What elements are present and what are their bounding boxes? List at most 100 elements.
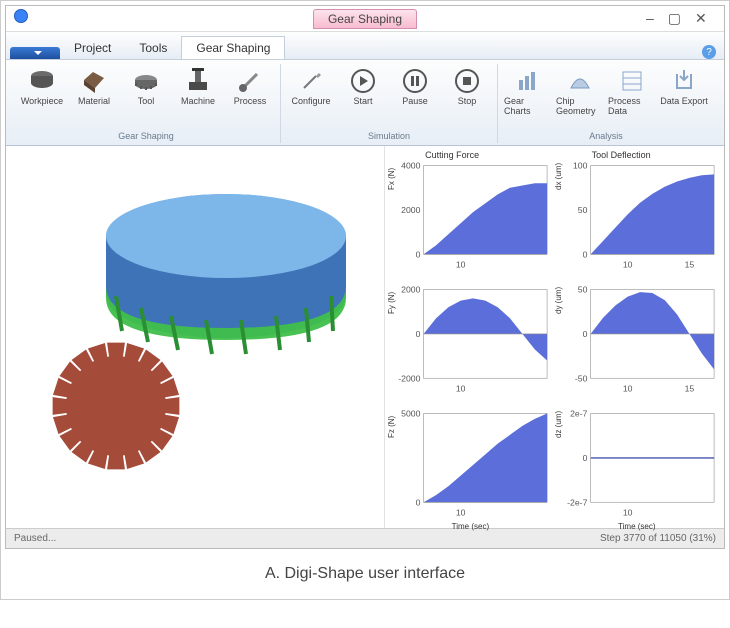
ribbon-label: Start — [353, 96, 372, 106]
ribbon-label: Machine — [181, 96, 215, 106]
ribbon-label: Stop — [458, 96, 477, 106]
start-button[interactable]: Start — [339, 64, 387, 129]
titlebar: Gear Shaping – ▢ ✕ — [6, 6, 724, 32]
chart-fy: Fy (N) -20000200010 — [389, 274, 551, 398]
svg-text:2000: 2000 — [401, 285, 420, 295]
svg-text:2e-7: 2e-7 — [570, 409, 588, 419]
figure-caption: A. Digi-Shape user interface — [5, 549, 725, 595]
ribbon-label: Process — [234, 96, 267, 106]
ribbon: Workpiece Material Tool — [6, 60, 724, 146]
tool-button[interactable]: Tool — [122, 64, 170, 129]
ribbon-label: Gear Charts — [504, 96, 552, 116]
menubar: Project Tools Gear Shaping ? — [6, 32, 724, 60]
maximize-button[interactable]: ▢ — [668, 10, 681, 27]
svg-text:-50: -50 — [574, 374, 587, 384]
material-icon — [79, 66, 109, 96]
minimize-button[interactable]: – — [646, 10, 654, 27]
svg-text:0: 0 — [416, 329, 421, 339]
process-icon — [235, 66, 265, 96]
stop-button[interactable]: Stop — [443, 64, 491, 129]
svg-text:5000: 5000 — [401, 409, 420, 419]
window-title: Gear Shaping — [313, 9, 417, 29]
ribbon-group-simulation: Configure Start Pause — [281, 64, 498, 143]
process-button[interactable]: Process — [226, 64, 274, 129]
chart-dx: Tool Deflection dx (um) 0501001015 — [556, 150, 718, 274]
ribbon-label: Process Data — [608, 96, 656, 116]
svg-text:4000: 4000 — [401, 161, 420, 171]
svg-text:2000: 2000 — [401, 205, 420, 215]
ribbon-label: Pause — [402, 96, 428, 106]
ribbon-label: Material — [78, 96, 110, 106]
chip-icon — [565, 66, 595, 96]
ribbon-label: Workpiece — [21, 96, 63, 106]
svg-text:0: 0 — [582, 250, 587, 260]
export-icon — [669, 66, 699, 96]
gear-charts-button[interactable]: Gear Charts — [504, 64, 552, 129]
app-icon — [14, 9, 28, 23]
figure-frame: Gear Shaping – ▢ ✕ Project Tools Gear Sh… — [0, 0, 730, 600]
file-menu-button[interactable] — [10, 47, 60, 59]
svg-text:10: 10 — [622, 259, 632, 269]
svg-text:100: 100 — [573, 161, 588, 171]
svg-text:0: 0 — [582, 453, 587, 463]
svg-text:10: 10 — [456, 507, 466, 517]
material-button[interactable]: Material — [70, 64, 118, 129]
tab-project[interactable]: Project — [60, 37, 125, 59]
chart-dy: dy (um) -500501015 — [556, 274, 718, 398]
svg-text:10: 10 — [622, 507, 632, 517]
help-icon[interactable]: ? — [702, 45, 716, 59]
close-button[interactable]: ✕ — [695, 10, 707, 27]
pause-button[interactable]: Pause — [391, 64, 439, 129]
app-icon-wrap — [14, 9, 84, 28]
data-export-button[interactable]: Data Export — [660, 64, 708, 129]
ribbon-label: Chip Geometry — [556, 96, 604, 116]
chip-geometry-button[interactable]: Chip Geometry — [556, 64, 604, 129]
ribbon-group-label: Analysis — [589, 129, 623, 143]
ribbon-group-label: Simulation — [368, 129, 410, 143]
app-window: Gear Shaping – ▢ ✕ Project Tools Gear Sh… — [5, 5, 725, 549]
svg-text:15: 15 — [684, 383, 694, 393]
status-left: Paused... — [14, 533, 56, 544]
ribbon-group-label: Gear Shaping — [118, 129, 174, 143]
workpiece-button[interactable]: Workpiece — [18, 64, 66, 129]
pdata-icon — [617, 66, 647, 96]
svg-text:15: 15 — [684, 259, 694, 269]
window-controls: – ▢ ✕ — [646, 10, 716, 27]
chart-dz: dz (um) -2e-702e-710 — [556, 398, 718, 522]
chart-fx: Cutting Force Fx (N) 02000400010 — [389, 150, 551, 274]
3d-viewport[interactable] — [6, 146, 385, 528]
svg-text:-2000: -2000 — [398, 374, 420, 384]
svg-text:0: 0 — [582, 329, 587, 339]
process-data-button[interactable]: Process Data — [608, 64, 656, 129]
x-axis-label-left: Time (sec) — [389, 522, 551, 536]
content-area: Cutting Force Fx (N) 02000400010 Tool De… — [6, 146, 724, 528]
svg-text:50: 50 — [577, 285, 587, 295]
status-right: Step 3770 of 11050 (31%) — [600, 533, 716, 544]
machine-icon — [183, 66, 213, 96]
svg-text:10: 10 — [456, 259, 466, 269]
configure-icon — [296, 66, 326, 96]
ribbon-group-analysis: Gear Charts Chip Geometry Process Data — [498, 64, 714, 143]
pause-icon — [400, 66, 430, 96]
ribbon-label: Configure — [291, 96, 330, 106]
ribbon-label: Data Export — [660, 96, 708, 106]
tab-gear-shaping[interactable]: Gear Shaping — [181, 36, 285, 59]
configure-button[interactable]: Configure — [287, 64, 335, 129]
svg-text:10: 10 — [622, 383, 632, 393]
machine-button[interactable]: Machine — [174, 64, 222, 129]
stop-icon — [452, 66, 482, 96]
svg-text:0: 0 — [416, 250, 421, 260]
tool-icon — [131, 66, 161, 96]
svg-text:50: 50 — [577, 205, 587, 215]
charts-panel: Cutting Force Fx (N) 02000400010 Tool De… — [385, 146, 724, 528]
svg-text:0: 0 — [416, 498, 421, 508]
ribbon-label: Tool — [138, 96, 155, 106]
workpiece-icon — [27, 66, 57, 96]
cutter-3d — [36, 326, 196, 491]
chart-fz: Fz (N) 0500010 — [389, 398, 551, 522]
start-icon — [348, 66, 378, 96]
svg-text:-2e-7: -2e-7 — [567, 498, 587, 508]
chevron-down-icon — [34, 51, 42, 55]
tab-tools[interactable]: Tools — [125, 37, 181, 59]
charts-icon — [513, 66, 543, 96]
